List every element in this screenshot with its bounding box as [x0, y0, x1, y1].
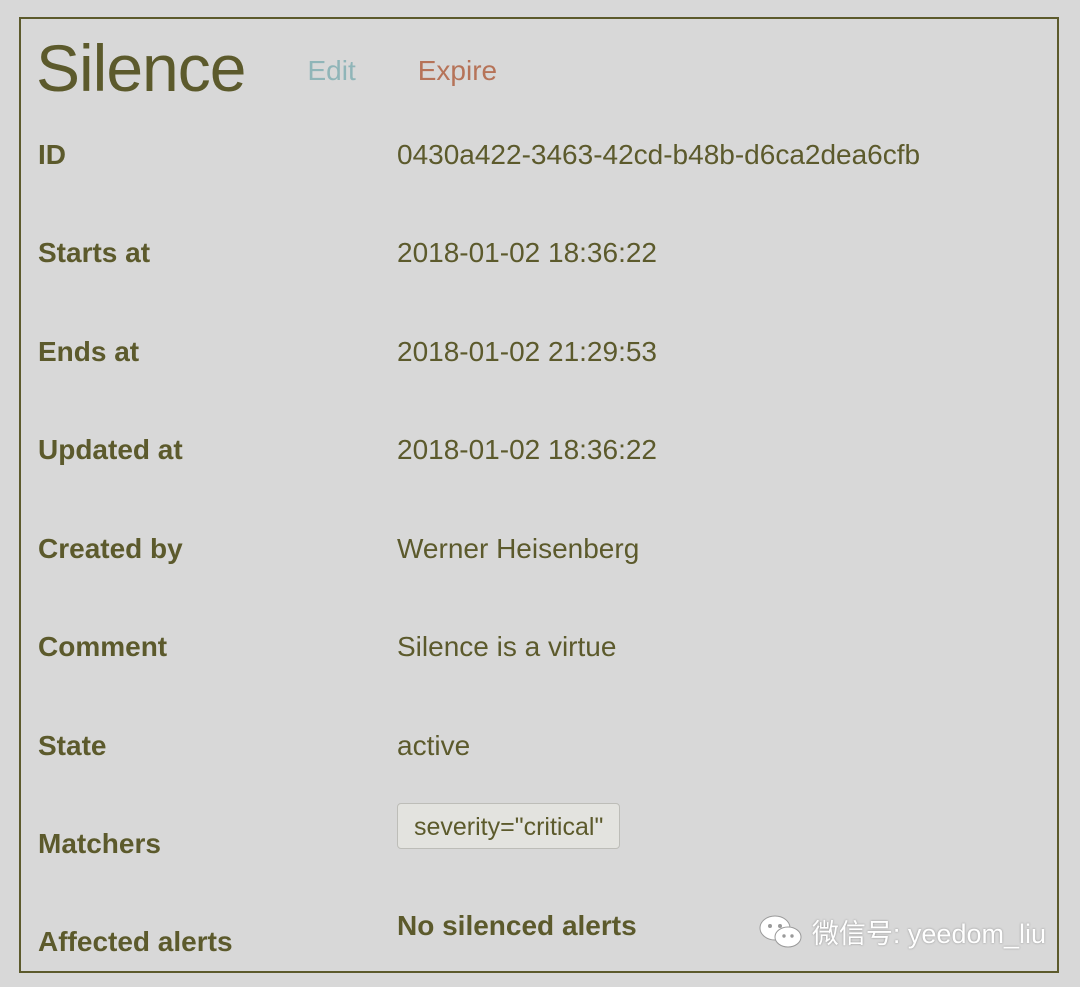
matcher-chip[interactable]: severity="critical" [397, 803, 621, 849]
starts-at-value: 2018-01-02 18:36:22 [397, 237, 657, 268]
starts-at-label: Starts at [38, 237, 151, 268]
comment-label: Comment [38, 631, 168, 662]
comment-value: Silence is a virtue [397, 631, 617, 662]
updated-at-value: 2018-01-02 18:36:22 [397, 434, 657, 465]
row-starts-at: Starts at 2018-01-02 18:36:22 [38, 233, 1048, 273]
id-value: 0430a422-3463-42cd-b48b-d6ca2dea6cfb [397, 139, 921, 170]
row-created-by: Created by Werner Heisenberg [38, 529, 1048, 569]
created-by-label: Created by [38, 533, 183, 564]
row-id: ID 0430a422-3463-42cd-b48b-d6ca2dea6cfb [38, 135, 1048, 175]
affected-alerts-label: Affected alerts [38, 926, 233, 957]
ends-at-value: 2018-01-02 21:29:53 [397, 336, 657, 367]
state-value: active [397, 730, 471, 761]
page-title: Silence [36, 31, 246, 105]
affected-alerts-value: No silenced alerts [397, 910, 637, 941]
row-matchers: Matchers severity="critical" [38, 803, 1048, 864]
updated-at-label: Updated at [38, 434, 183, 465]
matchers-label: Matchers [38, 828, 161, 859]
edit-link[interactable]: Edit [307, 55, 355, 87]
watermark-text: 微信号: yeedom_liu [811, 919, 1046, 949]
created-by-value: Werner Heisenberg [397, 533, 640, 564]
row-updated-at: Updated at 2018-01-02 18:36:22 [38, 430, 1048, 470]
row-ends-at: Ends at 2018-01-02 21:29:53 [38, 332, 1048, 372]
wechat-icon [759, 915, 802, 947]
expire-link[interactable]: Expire [418, 55, 497, 87]
row-state: State active [38, 726, 1048, 766]
silence-header: Silence Edit Expire [36, 26, 497, 110]
row-comment: Comment Silence is a virtue [38, 627, 1048, 667]
watermark: 微信号: yeedom_liu [758, 912, 1046, 951]
id-label: ID [38, 139, 66, 170]
ends-at-label: Ends at [38, 336, 140, 367]
state-label: State [38, 730, 107, 761]
